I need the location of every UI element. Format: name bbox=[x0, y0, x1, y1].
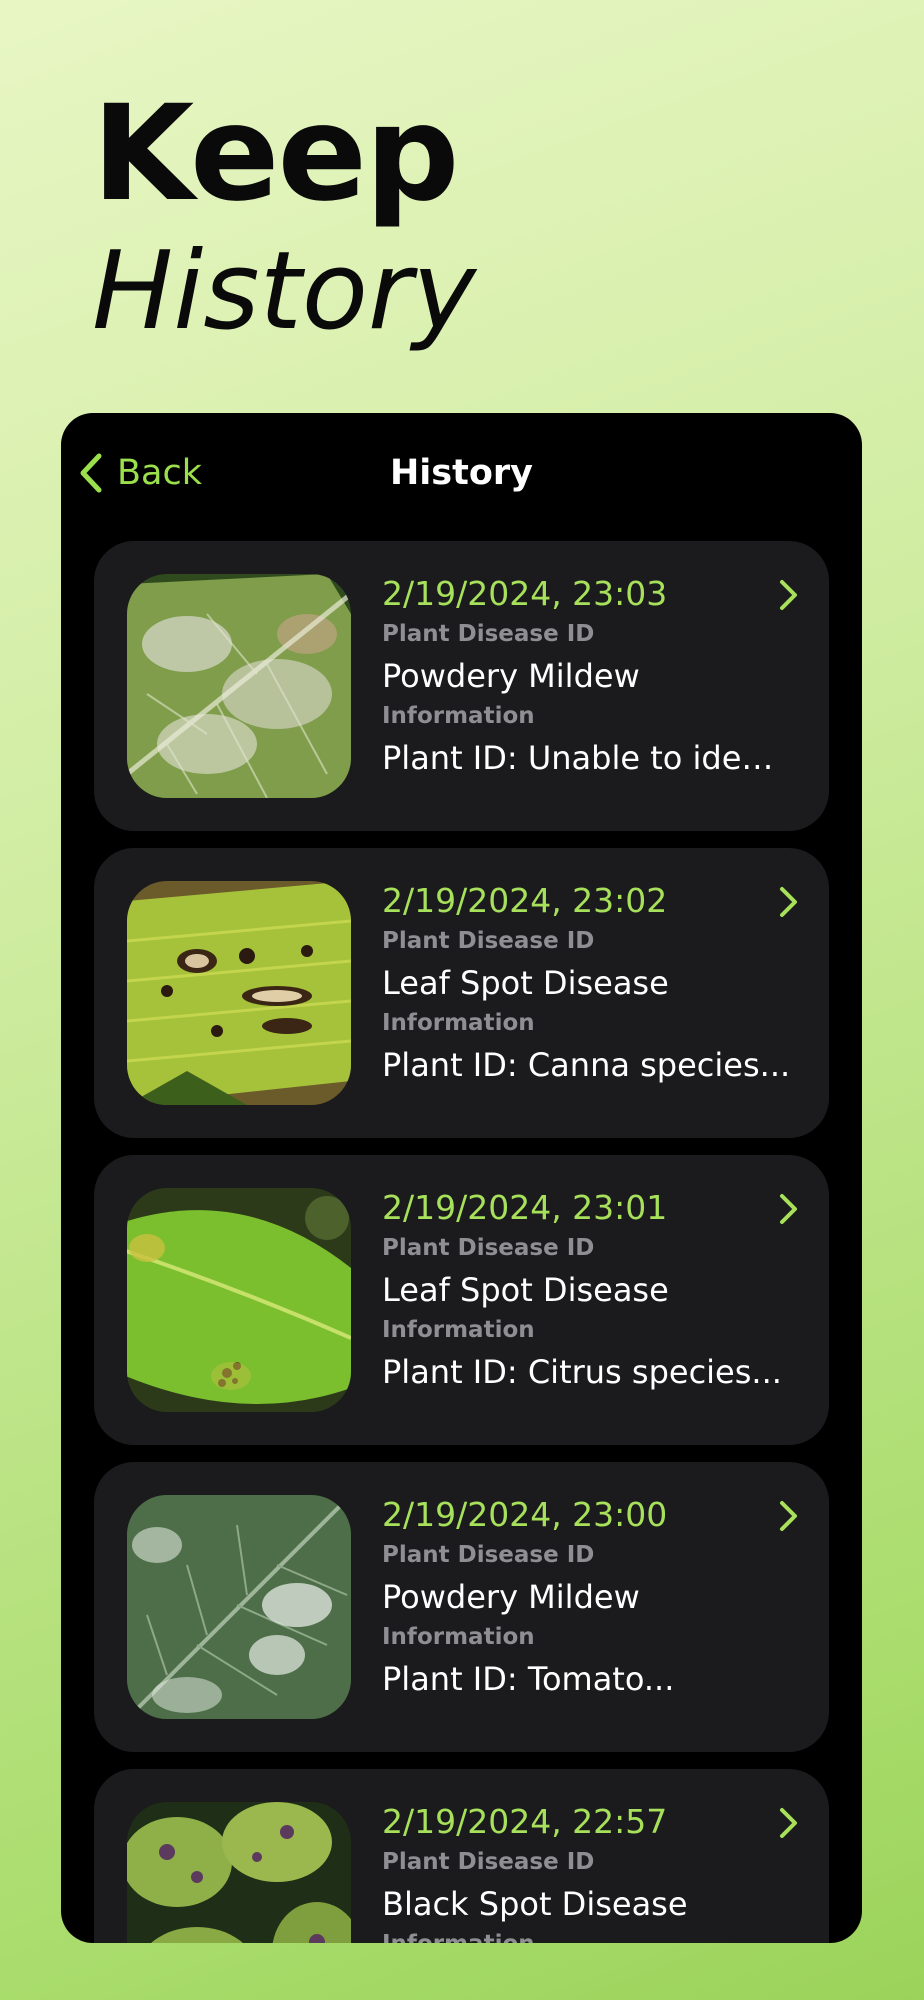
information-text: Plant ID: Unable to identi... bbox=[382, 739, 792, 777]
history-item-date: 2/19/2024, 23:03 bbox=[382, 574, 668, 613]
information-label: Information bbox=[382, 1929, 792, 1943]
history-item[interactable]: 2/19/2024, 22:57 Plant Disease ID Black … bbox=[94, 1769, 829, 1943]
history-item-info: 2/19/2024, 23:03 Plant Disease ID Powder… bbox=[382, 571, 792, 781]
history-item-date: 2/19/2024, 22:57 bbox=[382, 1802, 668, 1841]
tomato-powdery-mildew-photo bbox=[127, 1495, 351, 1719]
disease-id-label: Plant Disease ID bbox=[382, 928, 595, 954]
history-item[interactable]: 2/19/2024, 23:03 Plant Disease ID Powder… bbox=[94, 541, 829, 831]
chevron-right-icon bbox=[779, 1807, 799, 1839]
headline: Keep History bbox=[92, 88, 476, 354]
disease-id-label: Plant Disease ID bbox=[382, 1849, 595, 1875]
history-item[interactable]: 2/19/2024, 23:01 Plant Disease ID Leaf S… bbox=[94, 1155, 829, 1445]
disease-name: Black Spot Disease bbox=[382, 1885, 688, 1923]
page-title: History bbox=[390, 453, 533, 493]
history-item[interactable]: 2/19/2024, 23:00 Plant Disease ID Powder… bbox=[94, 1462, 829, 1752]
history-item-date: 2/19/2024, 23:00 bbox=[382, 1495, 668, 1534]
citrus-leaf-spot-photo bbox=[127, 1188, 351, 1412]
information-label: Information bbox=[382, 1317, 535, 1343]
information-text: Plant ID: Canna species... bbox=[382, 1046, 791, 1084]
headline-line-2: History bbox=[92, 229, 477, 354]
disease-id-label: Plant Disease ID bbox=[382, 1235, 595, 1261]
disease-id-label: Plant Disease ID bbox=[382, 621, 595, 647]
history-item-info: 2/19/2024, 23:01 Plant Disease ID Leaf S… bbox=[382, 1185, 792, 1395]
information-text: Plant ID: Citrus species... bbox=[382, 1353, 782, 1391]
powdery-mildew-leaf-photo bbox=[127, 574, 351, 798]
chevron-right-icon bbox=[779, 579, 799, 611]
chevron-right-icon bbox=[779, 1500, 799, 1532]
disease-name: Leaf Spot Disease bbox=[382, 1271, 669, 1309]
canna-leaf-spot-photo bbox=[127, 881, 351, 1105]
phone-screen: Back History 2/19/2024, 23:03 Plant Dise… bbox=[61, 413, 862, 1943]
information-label: Information bbox=[382, 1624, 535, 1650]
history-item-info: 2/19/2024, 22:57 Plant Disease ID Black … bbox=[382, 1799, 792, 1943]
disease-id-label: Plant Disease ID bbox=[382, 1542, 595, 1568]
history-item-info: 2/19/2024, 23:02 Plant Disease ID Leaf S… bbox=[382, 878, 792, 1088]
history-item[interactable]: 2/19/2024, 23:02 Plant Disease ID Leaf S… bbox=[94, 848, 829, 1138]
disease-name: Leaf Spot Disease bbox=[382, 964, 669, 1002]
history-item-date: 2/19/2024, 23:01 bbox=[382, 1188, 668, 1227]
history-item-date: 2/19/2024, 23:02 bbox=[382, 881, 668, 920]
history-list: 2/19/2024, 23:03 Plant Disease ID Powder… bbox=[94, 541, 829, 1943]
chevron-right-icon bbox=[779, 1193, 799, 1225]
information-text: Plant ID: Tomato... bbox=[382, 1660, 675, 1698]
navigation-bar: Back History bbox=[61, 413, 862, 513]
information-label: Information bbox=[382, 1010, 535, 1036]
chevron-right-icon bbox=[779, 886, 799, 918]
black-spot-leaves-photo bbox=[127, 1802, 351, 1943]
headline-line-1: Keep bbox=[92, 77, 460, 231]
information-label: Information bbox=[382, 703, 535, 729]
disease-name: Powdery Mildew bbox=[382, 1578, 640, 1616]
history-item-info: 2/19/2024, 23:00 Plant Disease ID Powder… bbox=[382, 1492, 792, 1702]
disease-name: Powdery Mildew bbox=[382, 657, 640, 695]
